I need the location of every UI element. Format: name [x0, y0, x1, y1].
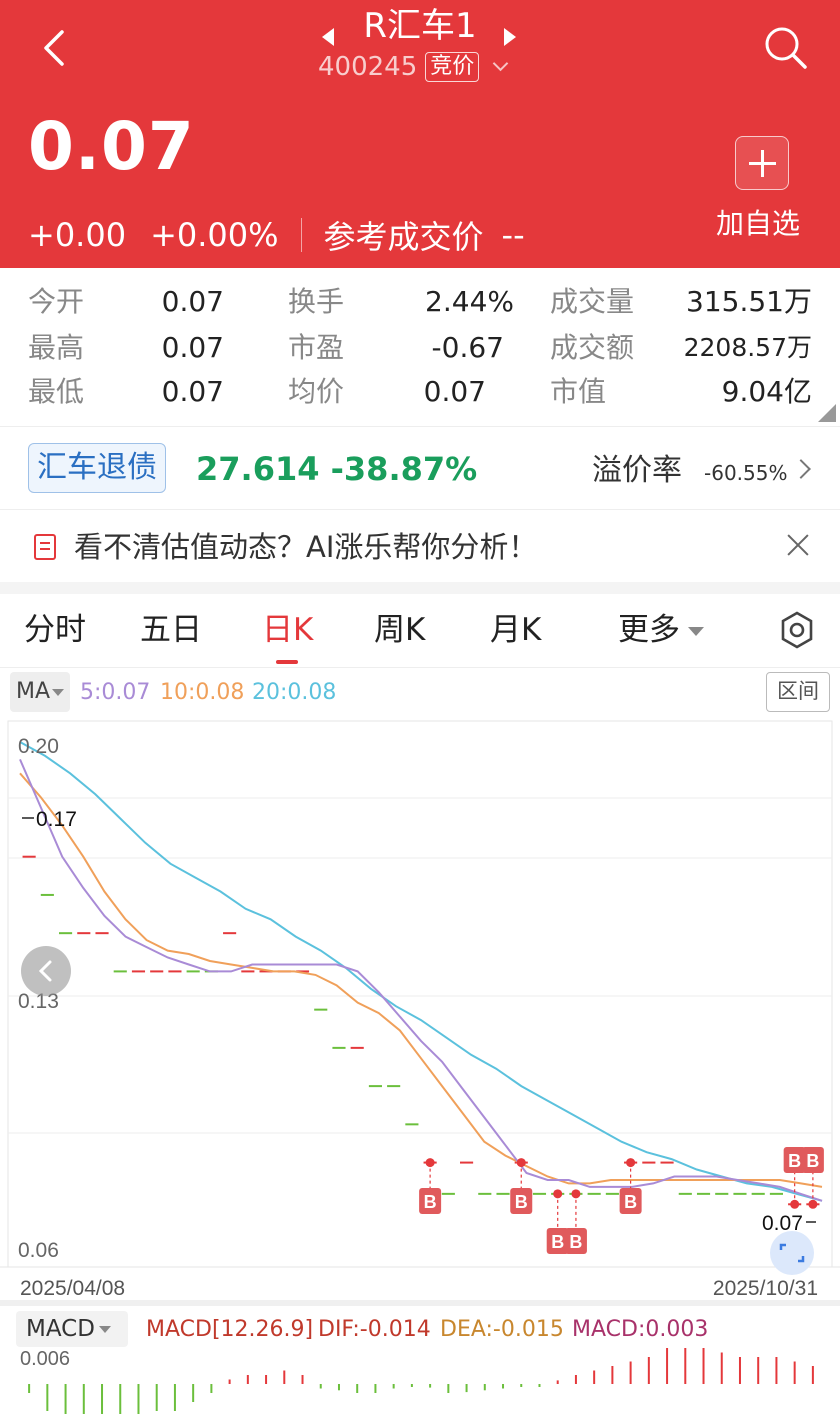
chart-grid	[0, 720, 840, 1306]
settings-icon[interactable]	[778, 610, 816, 650]
add-watchlist-label[interactable]: 加自选	[716, 202, 800, 242]
buy-marks: B BB BBB B	[419, 1147, 824, 1254]
stat-label: 成交额	[550, 331, 635, 364]
macd-dea: DEA:-0.015	[440, 1317, 564, 1342]
stat-label: 最低	[28, 375, 85, 408]
tab-daily-k[interactable]: 日K	[262, 610, 313, 664]
ma-legend-row: MA 5:0.07 10:0.08 20:0.08 区间	[0, 668, 840, 720]
chevron-down-icon	[493, 55, 509, 71]
ma-button-label: MA	[16, 679, 51, 704]
stat-value: 0.07	[161, 375, 224, 408]
document-icon	[34, 534, 56, 560]
range-button[interactable]: 区间	[766, 672, 830, 712]
current-price: 0.07	[28, 108, 195, 185]
macd-indicator-button[interactable]: MACD	[16, 1311, 128, 1347]
buy-badge-label: B	[424, 1192, 437, 1212]
price-change-pct: +0.00%	[150, 216, 279, 254]
price-change: +0.00	[28, 216, 127, 254]
tab-five-day[interactable]: 五日	[140, 610, 202, 650]
tab-weekly-k[interactable]: 周K	[374, 610, 425, 650]
change-row: +0.00 +0.00% 参考成交价 --	[28, 212, 525, 258]
macd-button-label: MACD	[26, 1316, 95, 1342]
buy-badge-label: B	[569, 1232, 582, 1252]
premium-value: -60.55%	[704, 461, 788, 485]
ma10-line	[19, 772, 823, 1188]
bond-tag[interactable]: 汇车退债	[28, 443, 166, 493]
stat-label: 均价	[288, 375, 345, 408]
ma20-value: 20:0.08	[252, 680, 337, 705]
buy-badge-label: B	[551, 1232, 564, 1252]
stat-value: 0.07	[161, 331, 224, 364]
x-end-label: 2025/10/31	[713, 1277, 818, 1300]
stock-name: R汇车1	[363, 6, 477, 46]
y-tick-label: 0.20	[18, 735, 59, 758]
caret-down-icon	[688, 627, 704, 636]
expand-corner-icon[interactable]	[818, 404, 836, 422]
candle-series	[22, 855, 820, 1206]
buy-badge-label: B	[515, 1192, 528, 1212]
auction-tag: 竞价	[425, 52, 480, 82]
stat-value: 2208.57万	[683, 333, 812, 362]
tab-intraday[interactable]: 分时	[24, 610, 86, 650]
stat-label: 市值	[550, 375, 607, 408]
caret-down-icon	[52, 688, 65, 696]
chart-tabs: 分时 五日 日K 周K 月K 更多	[0, 594, 840, 668]
macd-params: MACD[12.26.9]	[146, 1317, 314, 1342]
y-tick-label: 0.06	[18, 1239, 59, 1262]
buy-badge-label: B	[624, 1192, 637, 1212]
tab-monthly-k[interactable]: 月K	[490, 610, 541, 650]
next-stock-icon[interactable]	[504, 28, 516, 46]
stat-label: 市盈	[288, 331, 345, 364]
stats-grid: 今开 0.07 换手 2.44% 成交量 315.51万 最高 0.07 市盈 …	[0, 270, 840, 426]
ai-banner[interactable]: 看不清估值动态？AI涨乐帮你分析！	[0, 510, 840, 582]
caret-down-icon	[98, 1326, 111, 1333]
close-icon[interactable]	[786, 533, 810, 557]
ma10-value: 10:0.08	[160, 680, 245, 705]
tab-more-label: 更多	[618, 612, 680, 648]
ma-indicator-button[interactable]: MA	[10, 672, 70, 712]
bond-row[interactable]: 汇车退债 27.614 -38.87% 溢价率 -60.55%	[0, 427, 840, 509]
stat-label: 今开	[28, 285, 85, 318]
stock-code: 400245	[318, 52, 418, 82]
stat-label: 换手	[288, 285, 345, 318]
stat-value: -0.67	[431, 331, 504, 364]
add-watchlist-button[interactable]	[735, 136, 789, 190]
ma5-line	[19, 759, 823, 1202]
stat-value: 0.07	[161, 285, 224, 318]
macd-y-tick: 0.006	[20, 1348, 70, 1370]
premium-label: 溢价率	[592, 453, 682, 488]
stat-value: 9.04亿	[721, 375, 812, 408]
stock-code-row[interactable]: 400245 竞价	[318, 52, 509, 82]
fullscreen-button[interactable]	[770, 1231, 814, 1275]
max-price-label: 0.17	[36, 808, 77, 831]
x-start-label: 2025/04/08	[20, 1277, 125, 1300]
buy-badge-label: B	[788, 1151, 801, 1171]
chart-frame	[7, 720, 833, 1268]
tab-more[interactable]: 更多	[618, 610, 704, 650]
stat-value: 0.07	[423, 375, 486, 408]
macd-bars	[28, 1348, 814, 1414]
scroll-left-button[interactable]	[21, 946, 71, 996]
macd-value: MACD:0.003	[572, 1317, 709, 1342]
buy-badge-label: B	[806, 1151, 819, 1171]
quote-header: R汇车1 400245 竞价 0.07 +0.00 +0.00% 参考成交价 -…	[0, 0, 840, 268]
bond-quote: 27.614 -38.87%	[196, 450, 478, 488]
ai-banner-text[interactable]: 看不清估值动态？AI涨乐帮你分析！	[74, 528, 537, 566]
divider	[300, 218, 302, 252]
ref-price-value: --	[501, 216, 525, 254]
axis-labels: 0.200.130.062025/04/08 2025/10/310.0060.1…	[18, 735, 818, 1370]
ma5-value: 5:0.07	[80, 680, 151, 705]
stat-value: 315.51万	[686, 285, 812, 318]
section-gap	[0, 582, 840, 594]
search-icon[interactable]	[760, 22, 810, 72]
ref-price-label: 参考成交价	[323, 218, 484, 256]
stat-label: 成交量	[550, 285, 635, 318]
macd-dif: DIF:-0.014	[318, 1317, 431, 1342]
stat-value: 2.44%	[425, 285, 514, 318]
stat-label: 最高	[28, 331, 85, 364]
